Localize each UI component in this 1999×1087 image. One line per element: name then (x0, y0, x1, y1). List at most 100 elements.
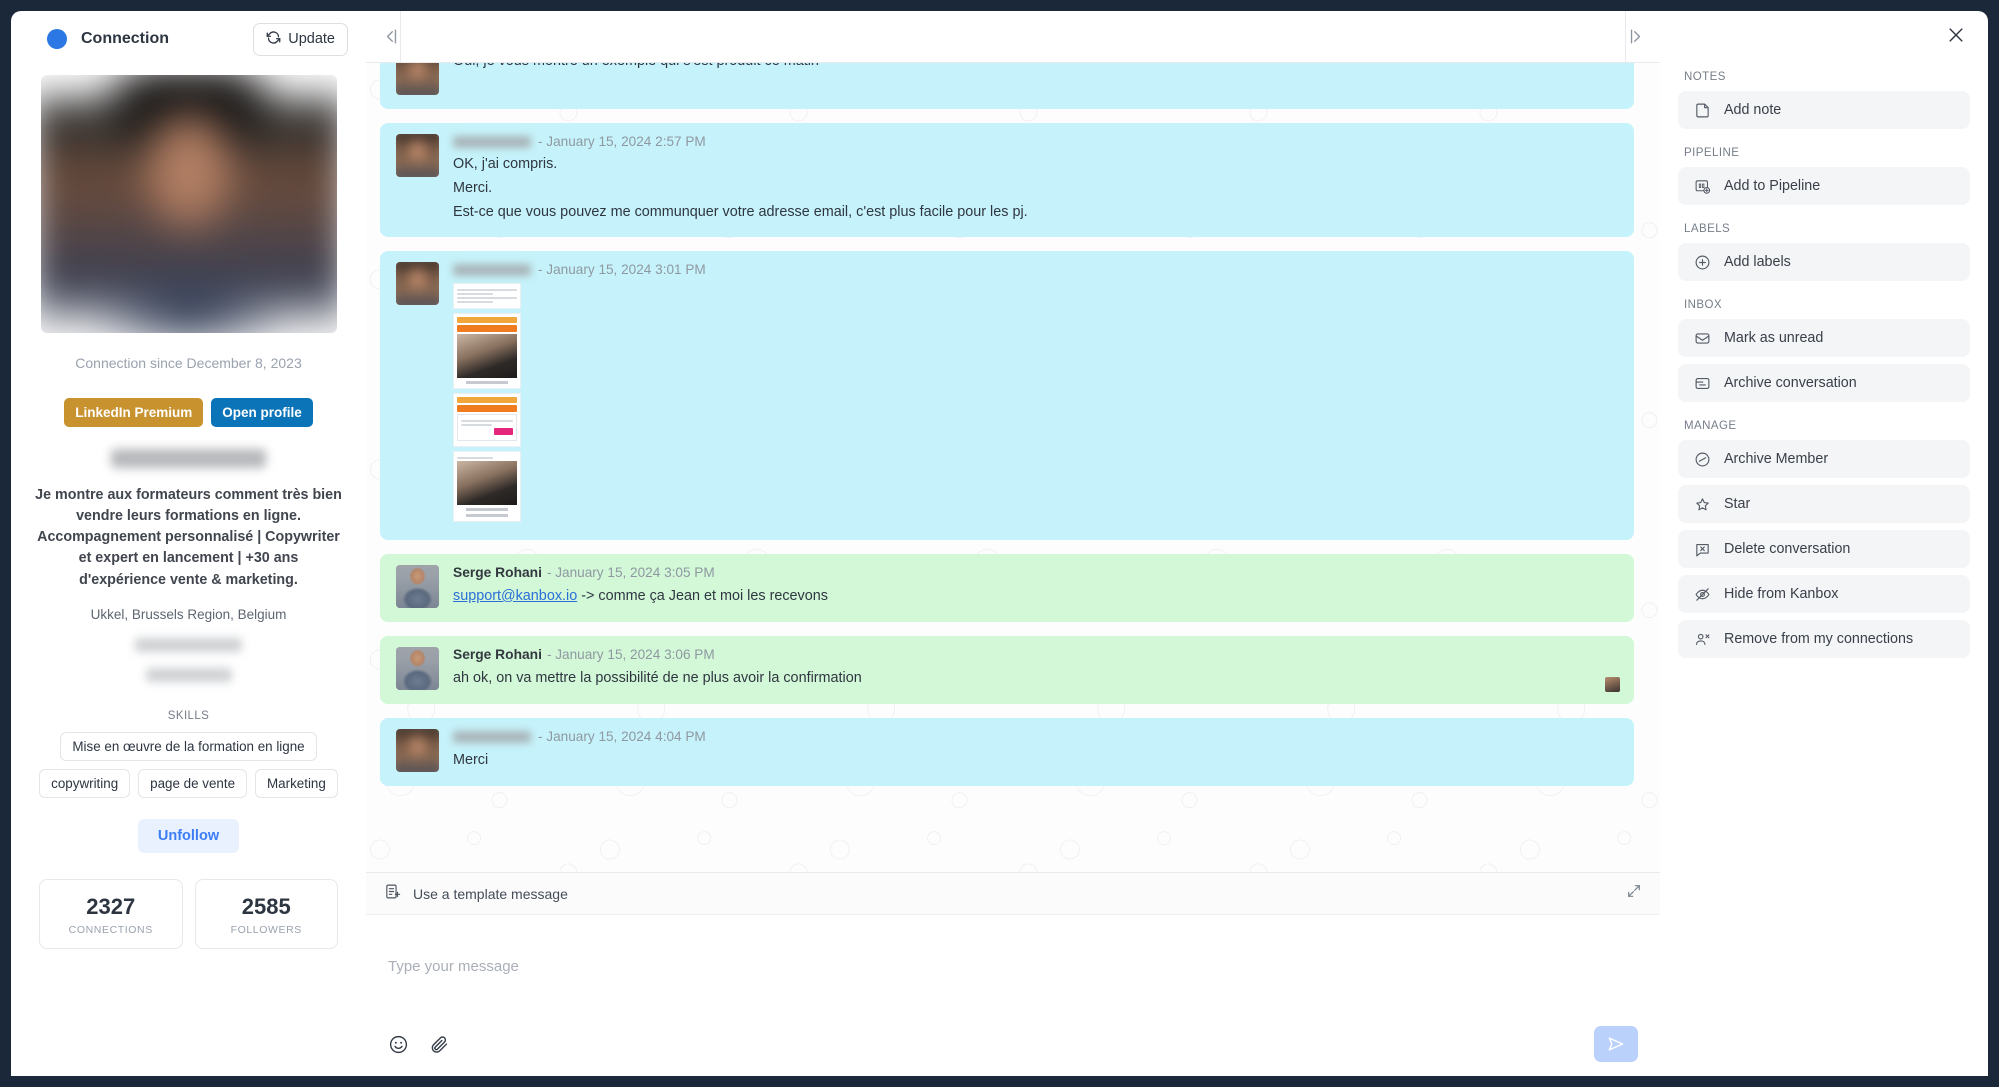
linkedin-premium-badge[interactable]: LinkedIn Premium (64, 398, 204, 427)
skill-chip[interactable]: Mise en œuvre de la formation en ligne (60, 731, 317, 761)
action-item-label: Hide from Kanbox (1724, 586, 1839, 602)
action-item-add-to-pipeline[interactable]: Add to Pipeline (1678, 167, 1970, 205)
action-item-archive-member[interactable]: Archive Member (1678, 440, 1970, 478)
profile-stat-value: 2585 (241, 893, 291, 919)
message-body: Serge Rohani - January 15, 2024 3:06 PM ah… (453, 647, 1618, 690)
attachment-screenshot-4 (453, 451, 521, 523)
avatar[interactable] (396, 647, 439, 691)
close-icon[interactable] (1942, 21, 1970, 54)
action-section-title: LABELS (1684, 223, 1731, 235)
message-bubble: - January 15, 2024 2:57 PM OK, j'ai compr… (380, 123, 1634, 237)
message-input[interactable] (366, 915, 1660, 995)
action-item-remove-from-my-connections[interactable]: Remove from my connections (1678, 620, 1970, 658)
message-timestamp: - January 15, 2024 4:04 PM (538, 729, 706, 745)
emoji-icon[interactable] (388, 1034, 409, 1055)
skill-chip[interactable]: copywriting (39, 768, 131, 798)
use-template-message-button[interactable]: Use a template message (366, 873, 1660, 915)
message-sender-redacted (453, 136, 531, 149)
send-button[interactable] (1594, 1026, 1638, 1062)
profile-photo (40, 75, 337, 333)
avatar[interactable] (396, 261, 439, 305)
avatar[interactable] (396, 134, 439, 177)
action-sections: NOTES Add note PIPELINE Add to Pipeline LABE… (1678, 71, 1970, 658)
message-text: OK, j'ai compris. (453, 156, 558, 173)
update-button-label: Update (288, 31, 335, 47)
action-item-add-labels[interactable]: Add labels (1678, 243, 1970, 281)
toolbar-right-divider (1625, 11, 1626, 62)
attachment-screenshot-3 (453, 393, 521, 448)
profile-panel: Connection Update Connection since Decem… (11, 11, 366, 1076)
action-item-archive-conversation[interactable]: Archive conversation (1678, 364, 1970, 402)
connection-status-label: Connection (81, 30, 169, 47)
message-body: Serge Rohani - January 15, 2024 3:05 PM su… (453, 565, 1618, 608)
profile-header: Connection Update (11, 11, 366, 67)
profile-stat-value: 2327 (86, 893, 136, 919)
attachment-screenshot-1 (453, 283, 521, 310)
skill-chip[interactable]: Marketing (255, 768, 338, 798)
bubble-gap (366, 540, 1660, 554)
delete-chat-icon (1694, 541, 1711, 558)
unfollow-row: Unfollow (11, 818, 366, 853)
open-profile-button[interactable]: Open profile (211, 398, 313, 427)
chat-toolbar (366, 11, 1660, 63)
unfollow-button[interactable]: Unfollow (137, 818, 240, 853)
expand-composer-icon[interactable] (1626, 883, 1642, 904)
message-email-link[interactable]: support@kanbox.io (453, 588, 577, 604)
skills-chip-list: Mise en œuvre de la formation en ligne co… (29, 731, 348, 798)
composer-actions (366, 1012, 1660, 1076)
message-meta: - January 15, 2024 4:04 PM (453, 729, 1618, 745)
attachment-icon[interactable] (429, 1034, 450, 1055)
skill-chip[interactable]: page de vente (138, 768, 248, 798)
message-text: Est-ce que vous pouvez me communquer vot… (453, 204, 1028, 221)
message-scroll-container: Oui, je vous montre un exemple qui s'est… (366, 63, 1660, 800)
action-item-label: Star (1724, 496, 1751, 512)
eye-off-icon (1694, 586, 1711, 603)
template-icon (384, 883, 401, 905)
message-sender-redacted (453, 731, 531, 744)
message-timestamp: - January 15, 2024 2:57 PM (538, 134, 706, 149)
message-meta: - January 15, 2024 3:01 PM (453, 262, 1618, 278)
action-item-label: Add to Pipeline (1724, 178, 1821, 194)
user-remove-icon (1694, 631, 1711, 648)
profile-headline: Je montre aux formateurs comment très bi… (35, 487, 342, 588)
action-item-delete-conversation[interactable]: Delete conversation (1678, 530, 1970, 568)
bubble-gap (366, 109, 1660, 123)
action-section-title: PIPELINE (1684, 147, 1740, 159)
profile-location: Ukkel, Brussels Region, Belgium (90, 606, 287, 622)
profile-stats-row: 2327 CONNECTIONS 2585 FOLLOWERS (39, 878, 338, 949)
envelope-icon (1694, 330, 1711, 347)
action-item-label: Delete conversation (1724, 541, 1851, 557)
message-list[interactable]: Oui, je vous montre un exemple qui s'est… (366, 63, 1660, 872)
message-text: support@kanbox.io -> comme ça Jean et mo… (453, 587, 1618, 607)
avatar[interactable] (396, 729, 439, 773)
avatar[interactable] (396, 63, 439, 95)
action-item-add-note[interactable]: Add note (1678, 91, 1970, 129)
message-bubble: - January 15, 2024 4:04 PM Merci (380, 718, 1634, 787)
collapse-left-icon[interactable] (380, 26, 402, 48)
plus-circle-icon (1694, 254, 1711, 271)
minus-circle-icon (1694, 451, 1711, 468)
collapse-right-icon[interactable] (1624, 26, 1646, 48)
message-composer: Use a template message (366, 872, 1660, 1076)
profile-stat-label: CONNECTIONS (68, 923, 153, 936)
app-window: Connection Update Connection since Decem… (0, 0, 1999, 1087)
message-attachment[interactable] (453, 283, 521, 523)
skills-section-title: SKILLS (167, 709, 210, 722)
action-item-label: Remove from my connections (1724, 631, 1914, 647)
action-item-label: Archive conversation (1724, 375, 1857, 391)
message-text: Merci (453, 751, 489, 768)
update-button[interactable]: Update (253, 22, 348, 56)
pipeline-icon (1694, 178, 1711, 195)
message-bubble: Serge Rohani - January 15, 2024 3:05 PM su… (380, 554, 1634, 623)
action-item-mark-as-unread[interactable]: Mark as unread (1678, 319, 1970, 357)
message-sender-name: Serge Rohani (453, 647, 542, 663)
action-item-hide-from-kanbox[interactable]: Hide from Kanbox (1678, 575, 1970, 613)
profile-name-redacted (111, 449, 266, 468)
action-panel: NOTES Add note PIPELINE Add to Pipeline LABE… (1660, 11, 1988, 1076)
message-sender-name: Serge Rohani (453, 565, 542, 581)
message-text: ah ok, on va mettre la possibilité de ne… (453, 669, 862, 686)
avatar[interactable] (396, 565, 439, 609)
action-item-star[interactable]: Star (1678, 485, 1970, 523)
message-body: - January 15, 2024 4:04 PM Merci (453, 729, 1618, 772)
chat-panel: Oui, je vous montre un exemple qui s'est… (366, 11, 1660, 1076)
